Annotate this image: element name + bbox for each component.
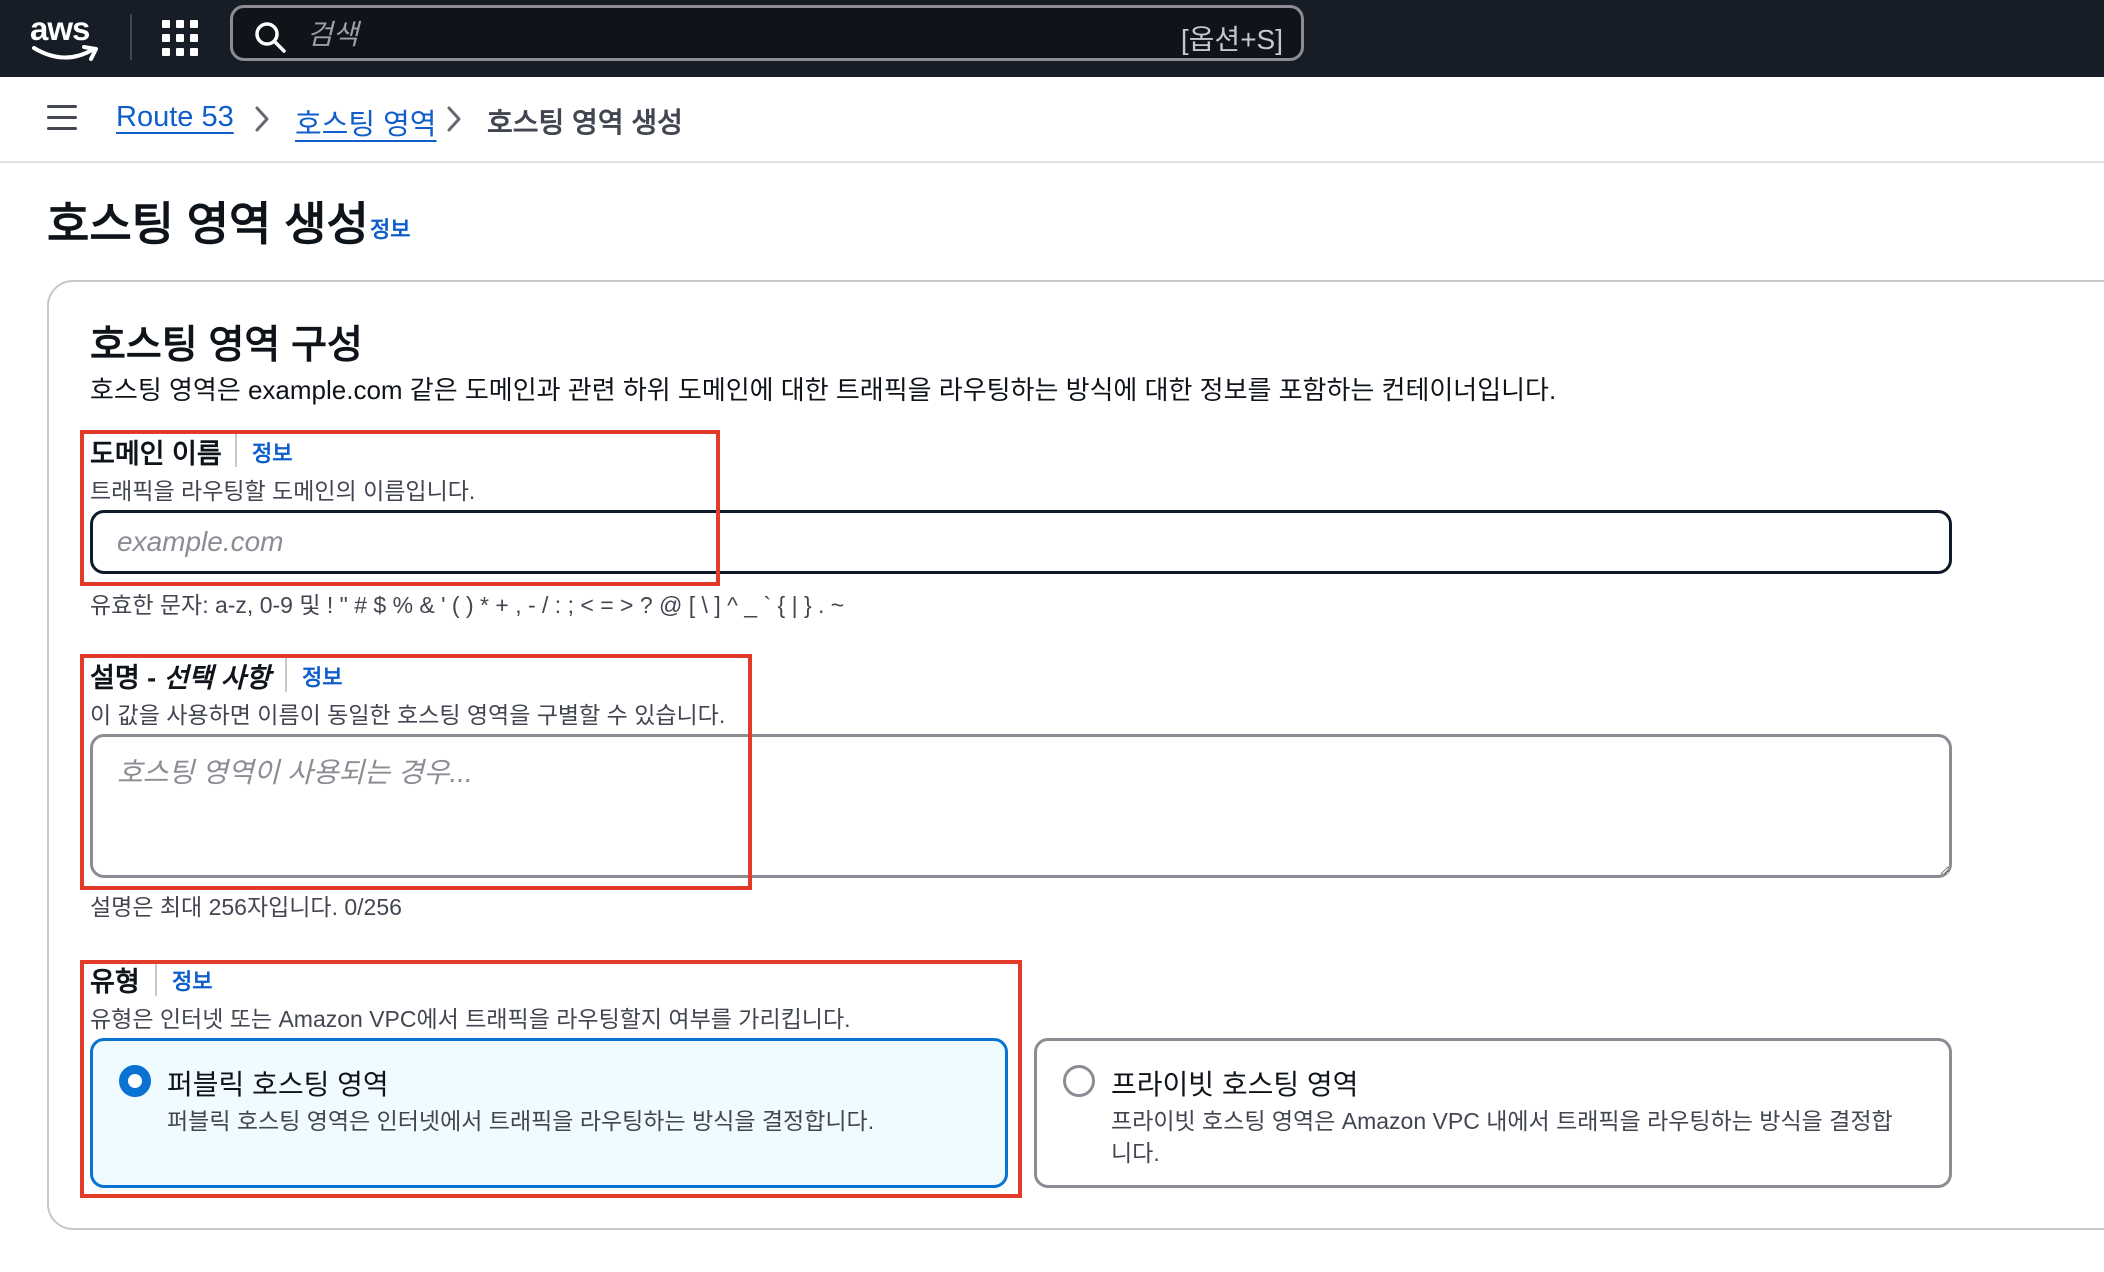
annotation-box-type <box>80 960 1022 1198</box>
annotation-box-description <box>80 654 752 890</box>
aws-logo[interactable]: aws <box>30 10 102 62</box>
breadcrumb-link-route53[interactable]: Route 53 <box>116 101 234 134</box>
search-icon <box>255 22 286 53</box>
nav-divider <box>130 14 132 60</box>
description-char-count: 설명은 최대 256자입니다. 0/256 <box>90 894 402 920</box>
aws-smile-icon <box>32 45 98 61</box>
menu-hamburger-icon[interactable] <box>47 105 77 131</box>
search-shortcut-hint: [옵션+S] <box>1180 24 1283 55</box>
breadcrumb-current: 호스팅 영역 생성 <box>487 107 683 138</box>
section-description: 호스팅 영역은 example.com 같은 도메인과 관련 하위 도메인에 대… <box>90 375 1557 405</box>
section-title: 호스팅 영역 구성 <box>90 324 363 367</box>
domain-name-constraint: 유효한 문자: a-z, 0-9 및 ! " # $ % & ' ( ) * +… <box>90 592 845 618</box>
aws-logo-text: aws <box>30 10 90 47</box>
breadcrumb-bar: Route 53 호스팅 영역 호스팅 영역 생성 <box>0 77 2104 163</box>
radio-unselected[interactable] <box>1063 1065 1095 1097</box>
chevron-right-icon <box>447 106 461 132</box>
breadcrumb-link-hosted-zones[interactable]: 호스팅 영역 <box>295 101 436 143</box>
top-navigation: aws [옵션+S] <box>0 0 2104 77</box>
page-info-link[interactable]: 정보 <box>370 212 410 244</box>
option-title: 프라이빗 호스팅 영역 <box>1111 1069 1359 1100</box>
private-hosted-zone-option[interactable]: 프라이빗 호스팅 영역 프라이빗 호스팅 영역은 Amazon VPC 내에서 … <box>1034 1038 1952 1188</box>
annotation-box-domain-name <box>80 430 720 586</box>
chevron-right-icon <box>255 106 269 132</box>
option-description: 프라이빗 호스팅 영역은 Amazon VPC 내에서 트래픽을 라우팅하는 방… <box>1111 1108 1893 1166</box>
global-search-box[interactable]: [옵션+S] <box>230 5 1304 61</box>
services-grid-icon[interactable] <box>162 20 198 56</box>
page-title: 호스팅 영역 생성 <box>47 198 369 250</box>
search-input[interactable] <box>305 16 1069 54</box>
